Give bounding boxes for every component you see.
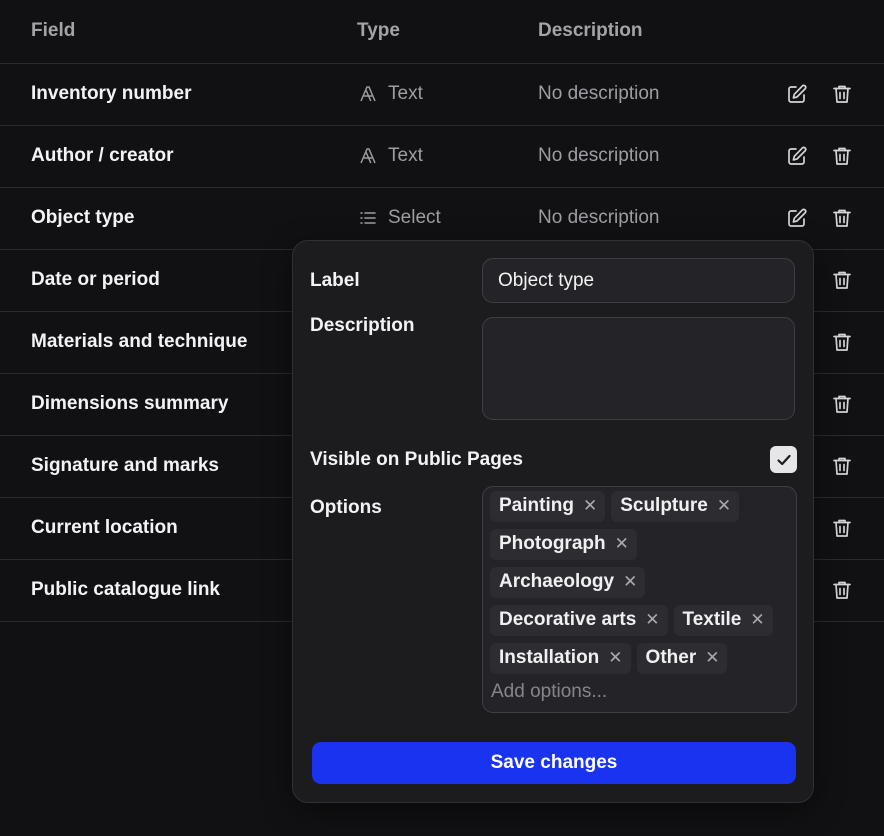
- field-type: Text: [358, 145, 423, 167]
- visible-title: Visible on Public Pages: [310, 449, 523, 470]
- table-row[interactable]: Inventory number Text No description: [0, 64, 884, 126]
- field-name: Object type: [31, 207, 135, 228]
- description-title: Description: [310, 315, 415, 336]
- option-tag: Textile ✕: [673, 605, 773, 636]
- option-tag: Other ✕: [636, 643, 728, 674]
- option-tag-label: Installation: [499, 647, 600, 668]
- edit-icon[interactable]: [786, 145, 808, 167]
- label-input-wrapper: [482, 258, 795, 303]
- field-name: Dimensions summary: [31, 393, 229, 414]
- option-tag-label: Decorative arts: [499, 609, 637, 630]
- options-title: Options: [310, 497, 382, 518]
- edit-icon[interactable]: [786, 207, 808, 229]
- trash-icon[interactable]: [831, 269, 853, 291]
- option-tag-label: Sculpture: [620, 495, 708, 516]
- remove-option-icon[interactable]: ✕: [608, 648, 622, 668]
- list-icon: [358, 208, 378, 228]
- text-type-icon: [358, 146, 378, 166]
- field-name: Current location: [31, 517, 178, 538]
- options-input[interactable]: Painting ✕ Sculpture ✕ Photograph ✕ Archaeolog…: [482, 486, 797, 713]
- field-type-label: Select: [388, 207, 441, 228]
- field-description: No description: [538, 207, 660, 228]
- option-tag-label: Archaeology: [499, 571, 615, 592]
- header-description: Description: [538, 20, 643, 41]
- option-tag: Sculpture ✕: [611, 491, 740, 522]
- trash-icon[interactable]: [831, 83, 853, 105]
- table-row[interactable]: Author / creator Text No description: [0, 126, 884, 188]
- remove-option-icon[interactable]: ✕: [623, 572, 637, 592]
- trash-icon[interactable]: [831, 393, 853, 415]
- remove-option-icon[interactable]: ✕: [705, 648, 719, 668]
- add-options-input[interactable]: [491, 681, 790, 703]
- option-tag: Decorative arts ✕: [490, 605, 668, 636]
- field-description: No description: [538, 83, 660, 104]
- header-field: Field: [31, 20, 76, 41]
- field-name: Inventory number: [31, 83, 192, 104]
- remove-option-icon[interactable]: ✕: [615, 534, 629, 554]
- field-name: Signature and marks: [31, 455, 219, 476]
- option-tag: Painting ✕: [490, 491, 606, 522]
- save-changes-button[interactable]: Save changes: [312, 742, 796, 784]
- trash-icon[interactable]: [831, 455, 853, 477]
- field-type-label: Text: [388, 145, 423, 166]
- remove-option-icon[interactable]: ✕: [583, 496, 597, 516]
- description-textarea[interactable]: [496, 326, 781, 396]
- header-type: Type: [357, 20, 400, 41]
- field-type: Select: [358, 207, 441, 229]
- trash-icon[interactable]: [831, 145, 853, 167]
- option-tag-label: Other: [645, 647, 697, 668]
- option-tag-label: Photograph: [499, 533, 606, 554]
- option-tags: Painting ✕ Sculpture ✕ Photograph ✕ Archaeolog…: [490, 491, 789, 674]
- checkmark-icon: [776, 454, 791, 465]
- field-type-label: Text: [388, 83, 423, 104]
- remove-option-icon[interactable]: ✕: [717, 496, 731, 516]
- table-header: Field Type Description: [0, 0, 884, 64]
- option-tag: Archaeology ✕: [490, 567, 646, 598]
- field-name: Date or period: [31, 269, 160, 290]
- option-tag: Photograph ✕: [490, 529, 637, 560]
- trash-icon[interactable]: [831, 331, 853, 353]
- remove-option-icon[interactable]: ✕: [750, 610, 764, 630]
- option-tag-label: Textile: [682, 609, 742, 630]
- edit-icon[interactable]: [786, 83, 808, 105]
- label-title: Label: [310, 270, 360, 291]
- field-description: No description: [538, 145, 660, 166]
- visible-checkbox[interactable]: [770, 446, 797, 473]
- description-input-wrapper: [482, 317, 795, 420]
- edit-field-popover: Label Description Visible on Public Page…: [292, 240, 814, 803]
- field-name: Materials and technique: [31, 331, 248, 352]
- label-input[interactable]: [496, 269, 781, 293]
- field-name: Public catalogue link: [31, 579, 220, 600]
- field-type: Text: [358, 83, 423, 105]
- text-type-icon: [358, 84, 378, 104]
- trash-icon[interactable]: [831, 207, 853, 229]
- option-tag: Installation ✕: [490, 643, 631, 674]
- option-tag-label: Painting: [499, 495, 574, 516]
- field-name: Author / creator: [31, 145, 174, 166]
- trash-icon[interactable]: [831, 517, 853, 539]
- trash-icon[interactable]: [831, 579, 853, 601]
- remove-option-icon[interactable]: ✕: [645, 610, 659, 630]
